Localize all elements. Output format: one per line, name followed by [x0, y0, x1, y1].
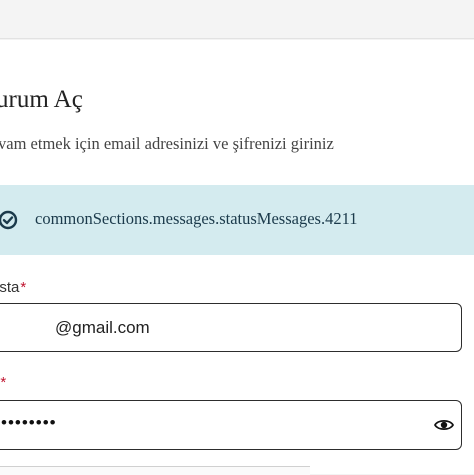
- top-bar: [0, 0, 474, 39]
- required-mark: *: [0, 374, 7, 391]
- status-alert: commonSections.messages.statusMessages.4…: [0, 185, 474, 255]
- email-value: @gmail.com: [55, 318, 150, 337]
- page-subtitle: vam etmek için email adresinizi ve şifre…: [0, 134, 334, 153]
- email-field[interactable]: @gmail.com: [0, 303, 462, 352]
- required-mark: *: [20, 279, 27, 296]
- email-label-text: osta: [0, 279, 20, 296]
- check-circle-icon: [0, 210, 18, 230]
- page-title: urum Aç: [0, 86, 83, 113]
- email-label: osta*: [0, 279, 26, 296]
- password-value: ••••••••: [1, 413, 57, 432]
- password-field[interactable]: ••••••••: [0, 400, 462, 450]
- status-message: commonSections.messages.statusMessages.4…: [35, 209, 358, 228]
- eye-icon[interactable]: [434, 415, 454, 435]
- password-label: e*: [0, 374, 6, 391]
